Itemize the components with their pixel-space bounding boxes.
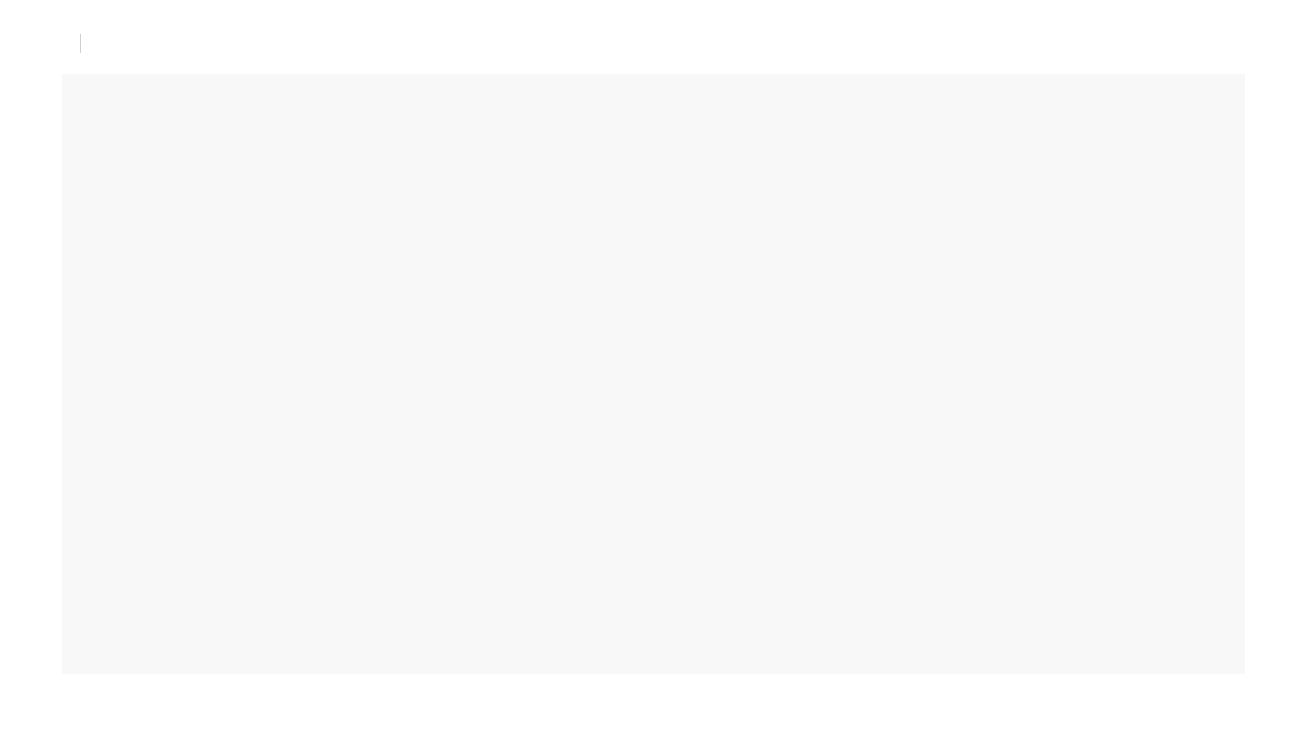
slide-browser-page — [0, 0, 1300, 731]
header-divider — [80, 33, 81, 53]
thumbnail-panel — [62, 74, 1245, 674]
page-header — [62, 28, 99, 58]
thumbnail-grid — [62, 74, 1249, 85]
